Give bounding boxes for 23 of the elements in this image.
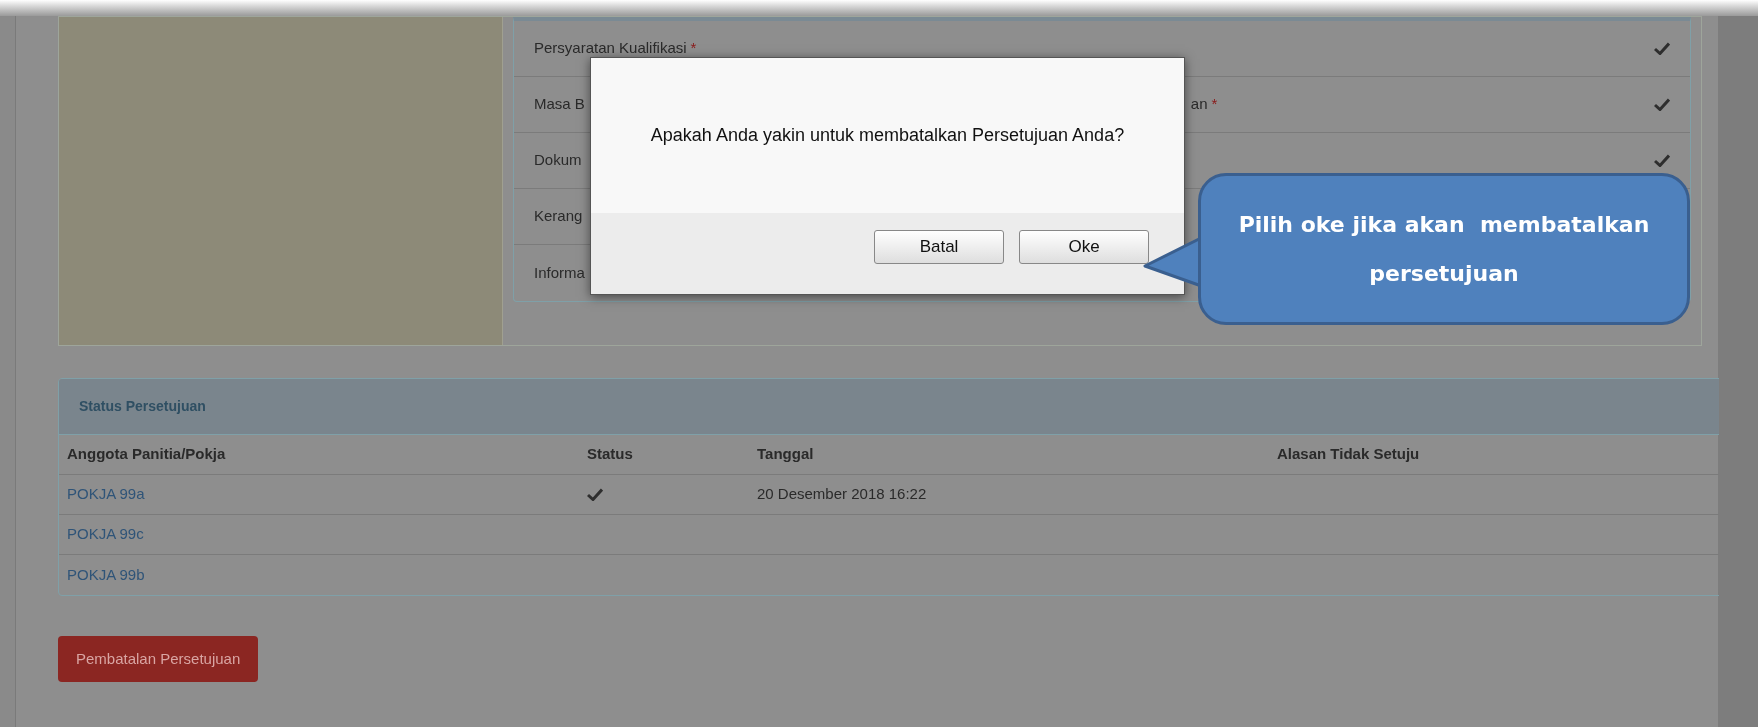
panel-title: Status Persetujuan: [79, 397, 206, 416]
column-header: Status: [587, 445, 633, 463]
column-header: Tanggal: [757, 445, 814, 463]
cancel-approval-button[interactable]: Pembatalan Persetujuan: [58, 636, 259, 682]
required-mark: *: [690, 38, 697, 59]
callout-text: persetujuan: [1369, 260, 1519, 288]
callout-text: Pilih oke jika akan membatalkan: [1238, 211, 1650, 239]
dialog-message: Apakah Anda yakin untuk membatalkan Persetujuan Anda?: [650, 124, 1125, 147]
column-header: Anggota Panitia/Pokja: [67, 445, 226, 463]
requirement-label: Dokum: [534, 150, 582, 171]
member-link[interactable]: POKJA 99c: [67, 525, 144, 543]
requirement-label: an: [1190, 94, 1208, 115]
dialog-button[interactable]: Batal: [874, 229, 1004, 264]
member-link[interactable]: POKJA 99a: [67, 485, 145, 503]
member-link[interactable]: POKJA 99b: [67, 565, 145, 583]
requirement-label: Kerang: [534, 206, 583, 227]
requirement-label: Masa B: [534, 94, 585, 115]
dialog-button[interactable]: Oke: [1019, 229, 1149, 264]
required-mark: *: [1211, 94, 1218, 115]
requirement-label: Persyaratan Kualifikasi: [534, 38, 687, 59]
date-cell: 20 Desember 2018 16:22: [757, 485, 927, 503]
column-header: Alasan Tidak Setuju: [1277, 445, 1420, 463]
requirement-label: Informa: [534, 262, 585, 283]
